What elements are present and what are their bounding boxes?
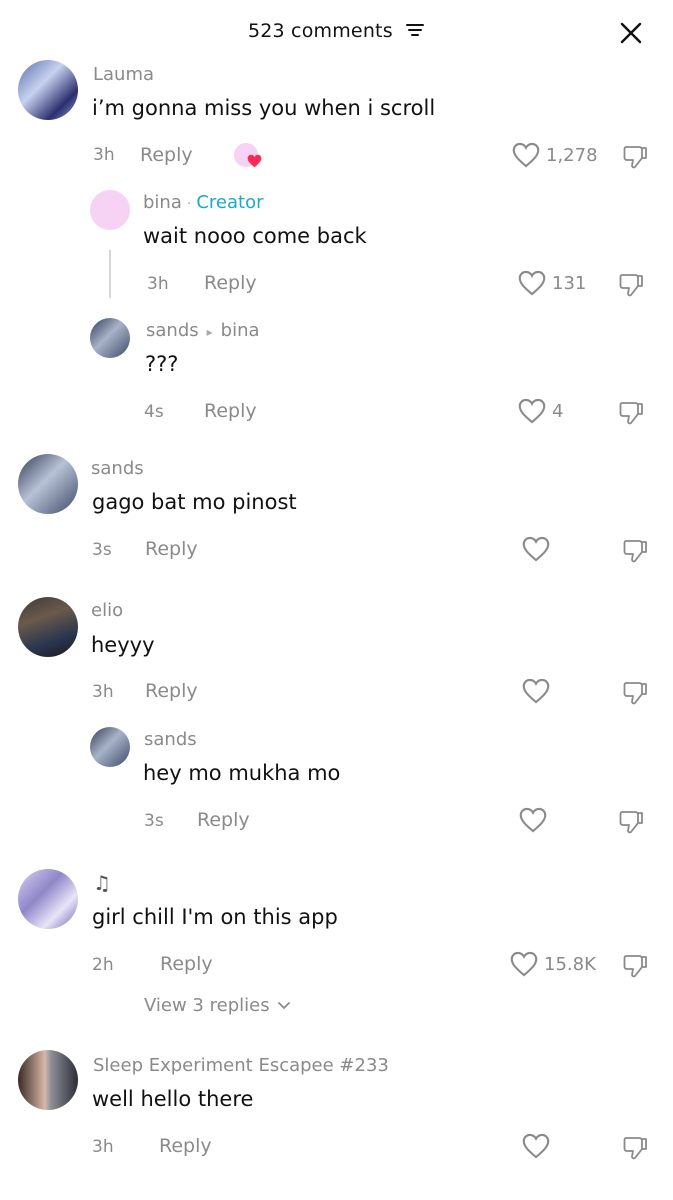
like-count: 15.8K <box>544 953 596 975</box>
reply-button[interactable]: Reply <box>160 953 213 975</box>
comment-username[interactable]: sands <box>144 729 197 750</box>
comment-time: 3h <box>92 1137 114 1157</box>
comment-username[interactable]: Sleep Experiment Escapee #233 <box>93 1055 389 1076</box>
comments-header: 523 comments <box>0 0 673 62</box>
comment-username-line: sands ▸ bina <box>146 320 260 341</box>
thumbs-down-icon <box>619 402 643 425</box>
comment-text: ??? <box>145 352 179 376</box>
avatar[interactable] <box>18 869 78 929</box>
thumbs-down-icon <box>623 1137 647 1160</box>
comment-time: 3h <box>92 682 114 702</box>
like-count: 1,278 <box>546 144 598 166</box>
reply-button[interactable]: Reply <box>159 1135 212 1157</box>
close-button[interactable] <box>616 18 646 48</box>
thumbs-down-icon <box>623 955 647 978</box>
creator-liked-badge <box>234 143 264 171</box>
like-button[interactable]: 131 <box>518 270 586 296</box>
avatar[interactable] <box>90 190 130 230</box>
thumbs-down-icon <box>623 146 647 169</box>
dislike-button[interactable] <box>620 142 650 172</box>
like-button[interactable]: 15.8K <box>510 951 596 977</box>
heart-outline-icon <box>518 270 546 296</box>
thumbs-down-icon <box>623 682 647 705</box>
view-replies-label: View 3 replies <box>144 995 270 1016</box>
heart-outline-icon <box>512 142 540 168</box>
heart-outline-icon <box>522 536 550 562</box>
dislike-button[interactable] <box>620 951 650 981</box>
comment-text: well hello there <box>92 1087 254 1111</box>
comments-count-title: 523 comments <box>247 20 393 42</box>
like-button[interactable] <box>522 678 550 704</box>
dislike-button[interactable] <box>616 398 646 428</box>
avatar[interactable] <box>18 60 78 120</box>
avatar[interactable] <box>90 727 130 767</box>
comments-title-wrap: 523 comments <box>0 20 673 43</box>
comment-text: gago bat mo pinost <box>92 490 297 514</box>
reply-button[interactable]: Reply <box>140 144 193 166</box>
reply-button[interactable]: Reply <box>204 272 257 294</box>
like-count: 131 <box>552 272 587 294</box>
comment-text: girl chill I'm on this app <box>92 905 338 929</box>
dislike-button[interactable] <box>620 678 650 708</box>
heart-outline-icon <box>519 807 547 833</box>
thread-line <box>109 250 111 298</box>
like-button[interactable]: 4 <box>518 398 563 424</box>
like-count: 4 <box>552 400 564 422</box>
comment-username[interactable]: sands <box>91 458 144 479</box>
comment-text: heyyy <box>91 633 155 657</box>
avatar[interactable] <box>18 1050 78 1110</box>
heart-outline-icon <box>522 678 550 704</box>
reply-button[interactable]: Reply <box>145 538 198 560</box>
thumbs-down-icon <box>619 274 643 297</box>
creator-badge: Creator <box>196 192 264 213</box>
comment-text: hey mo mukha mo <box>143 761 341 785</box>
comment-text: i’m gonna miss you when i scroll <box>92 96 436 120</box>
comment-username[interactable]: bina <box>143 192 182 213</box>
reply-button[interactable]: Reply <box>197 809 250 831</box>
chevron-down-icon <box>278 1002 291 1010</box>
comment-username-line: bina · Creator <box>143 192 263 213</box>
dislike-button[interactable] <box>616 270 646 300</box>
reply-arrow-icon: ▸ <box>206 325 213 339</box>
like-button[interactable]: 1,278 <box>512 142 598 168</box>
like-button[interactable] <box>522 536 550 562</box>
comment-time: 4s <box>144 402 164 422</box>
close-icon <box>620 22 642 44</box>
heart-outline-icon <box>518 398 546 424</box>
comment-username[interactable]: ♫ <box>93 871 111 895</box>
avatar[interactable] <box>18 597 78 657</box>
avatar[interactable] <box>90 318 130 358</box>
view-replies-button[interactable]: View 3 replies <box>144 995 291 1016</box>
reply-button[interactable]: Reply <box>204 400 257 422</box>
comment-time: 3h <box>93 145 115 165</box>
comment-username[interactable]: sands <box>146 320 199 341</box>
reply-button[interactable]: Reply <box>145 680 198 702</box>
comment-time: 3s <box>144 811 164 831</box>
filter-icon[interactable] <box>405 21 425 43</box>
heart-badge-icon <box>247 154 262 168</box>
comment-time: 2h <box>92 955 114 975</box>
separator-dot: · <box>186 196 192 212</box>
dislike-button[interactable] <box>616 807 646 837</box>
dislike-button[interactable] <box>620 536 650 566</box>
comment-time: 3s <box>92 540 112 560</box>
heart-outline-icon <box>522 1133 550 1159</box>
comment-text: wait nooo come back <box>143 224 367 248</box>
comment-time: 3h <box>147 274 169 294</box>
heart-outline-icon <box>510 951 538 977</box>
dislike-button[interactable] <box>620 1133 650 1163</box>
avatar[interactable] <box>18 454 78 514</box>
comment-username[interactable]: Lauma <box>93 64 154 85</box>
thumbs-down-icon <box>623 540 647 563</box>
comment-username[interactable]: elio <box>91 600 123 621</box>
thumbs-down-icon <box>619 811 643 834</box>
reply-to-username[interactable]: bina <box>221 320 260 341</box>
like-button[interactable] <box>519 807 547 833</box>
like-button[interactable] <box>522 1133 550 1159</box>
